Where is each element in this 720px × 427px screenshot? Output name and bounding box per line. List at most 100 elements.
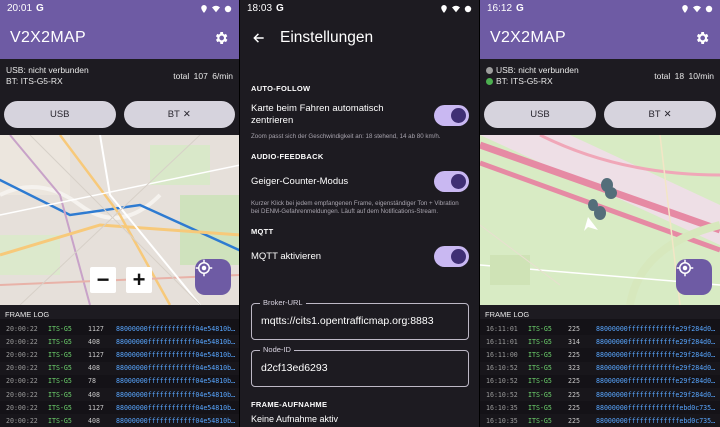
log-time: 16:10:35 — [486, 403, 518, 412]
frame-log[interactable]: 16:11:01 ITS-G5 225 88000000ffffffffffffe29… — [480, 319, 720, 427]
log-length: 1127 — [88, 403, 104, 412]
connection-buttons: USB BT ✕ — [0, 97, 239, 135]
toggle-knob — [451, 107, 466, 123]
log-row[interactable]: 16:11:01 ITS-G5 225 88000000ffffffffffffe29… — [480, 322, 720, 335]
close-icon: ✕ — [182, 109, 191, 120]
broker-url-field[interactable]: Broker-URL mqtts://cits1.opentrafficmap.… — [251, 298, 469, 340]
log-row[interactable]: 20:00:22 ITS-G5 1127 88000000ffffffffffff04… — [0, 322, 239, 335]
log-source: ITS-G5 — [528, 377, 552, 386]
usb-button[interactable]: USB — [484, 101, 596, 128]
log-time: 20:00:22 — [6, 390, 38, 399]
log-row[interactable]: 20:00:22 ITS-G5 78 88000000ffffffffffff04e5… — [0, 375, 239, 388]
node-id-label: Node-ID — [260, 345, 294, 354]
log-time: 20:00:22 — [6, 416, 38, 425]
connection-status: USB: nicht verbunden BT: ITS-G5-RX total… — [0, 59, 239, 97]
mqtt-toggle[interactable] — [434, 246, 469, 267]
locate-icon — [676, 259, 694, 277]
main-screen-highway: 16:12 G V2X2MAP USB: nicht verbunden BT:… — [480, 0, 720, 427]
locate-button[interactable] — [195, 259, 231, 295]
section-auto-follow: AUTO-FOLLOW — [251, 84, 311, 93]
log-hex: 88000000ffffffffffff04e54810b… — [116, 377, 236, 386]
log-source: ITS-G5 — [528, 337, 552, 346]
log-row[interactable]: 16:11:00 ITS-G5 225 88000000ffffffffffffe29… — [480, 348, 720, 361]
log-row[interactable]: 20:00:22 ITS-G5 408 88000000ffffffffffff04e… — [0, 414, 239, 427]
bt-button[interactable]: BT ✕ — [123, 101, 235, 128]
zoom-out-button[interactable]: − — [90, 267, 116, 293]
mqtt-row[interactable]: MQTT aktivieren — [240, 245, 479, 269]
auto-follow-help: Zoom passt sich der Geschwindigkeit an: … — [251, 133, 441, 140]
log-row[interactable]: 20:00:22 ITS-G5 408 88000000ffffffffffff04e… — [0, 387, 239, 402]
log-hex: 88000000ffffffffffffe29f284d0… — [596, 364, 716, 373]
battery-icon — [224, 5, 232, 12]
app-bar: V2X2MAP — [480, 17, 720, 59]
log-time: 20:00:22 — [6, 324, 38, 333]
log-hex: 88000000ffffffffffff04e54810b… — [116, 324, 236, 333]
log-hex: 88000000ffffffffffffe29f284d0… — [596, 350, 716, 359]
log-time: 20:00:22 — [6, 403, 38, 412]
geiger-toggle[interactable] — [434, 171, 469, 192]
vehicle-marker[interactable] — [605, 187, 617, 199]
log-length: 408 — [88, 364, 100, 373]
log-length: 408 — [88, 337, 100, 346]
log-row[interactable]: 16:10:35 ITS-G5 225 88000000fffffffffffffeb… — [480, 414, 720, 427]
app-title: V2X2MAP — [10, 29, 86, 46]
gear-icon[interactable] — [694, 30, 710, 46]
map-view[interactable]: − + — [0, 135, 239, 305]
log-source: ITS-G5 — [528, 324, 552, 333]
log-row[interactable]: 20:00:22 ITS-G5 1127 88000000ffffffffffff04… — [0, 401, 239, 414]
log-hex: 88000000ffffffffffffe29f284d0… — [596, 390, 716, 399]
log-time: 16:11:01 — [486, 337, 518, 346]
log-row[interactable]: 20:00:22 ITS-G5 408 88000000ffffffffffff04e… — [0, 335, 239, 349]
geiger-row[interactable]: Geiger-Counter-Modus — [240, 170, 479, 194]
toggle-knob — [451, 249, 466, 264]
close-icon: ✕ — [663, 109, 672, 120]
log-row[interactable]: 16:10:35 ITS-G5 225 88000000fffffffffffffeb… — [480, 401, 720, 414]
log-source: ITS-G5 — [48, 377, 72, 386]
bt-button[interactable]: BT ✕ — [604, 101, 716, 128]
log-row[interactable]: 20:00:22 ITS-G5 408 88000000ffffffffffff04e… — [0, 361, 239, 375]
zoom-in-button[interactable]: + — [126, 267, 152, 293]
log-length: 225 — [568, 377, 580, 386]
bt-status-dot — [486, 78, 493, 85]
log-source: ITS-G5 — [48, 350, 72, 359]
log-hex: 88000000ffffffffffff04e54810b… — [116, 337, 236, 346]
locate-button[interactable] — [676, 259, 712, 295]
wifi-icon — [212, 5, 220, 12]
frame-log-title: FRAME LOG — [480, 305, 720, 319]
node-id-field[interactable]: Node-ID d2cf13ed6293 — [251, 345, 469, 387]
back-arrow-icon[interactable] — [252, 31, 266, 45]
status-bar: 20:01 G — [0, 0, 239, 17]
log-time: 16:11:00 — [486, 350, 518, 359]
google-icon: G — [276, 3, 284, 14]
usb-button[interactable]: USB — [4, 101, 116, 128]
frame-log[interactable]: 20:00:22 ITS-G5 1127 88000000ffffffffffff04… — [0, 319, 239, 427]
log-row[interactable]: 16:10:52 ITS-G5 225 88000000ffffffffffffe29… — [480, 387, 720, 402]
log-time: 20:00:22 — [6, 337, 38, 346]
frame-counts: total 107 6/min — [173, 71, 233, 81]
gear-icon[interactable] — [213, 30, 229, 46]
mqtt-label: MQTT aktivieren — [251, 251, 322, 262]
status-bar: 18:03 G — [240, 0, 479, 17]
zoom-controls: − + — [90, 267, 152, 293]
section-recording: FRAME-AUFNAHME — [251, 400, 328, 409]
vehicle-marker[interactable] — [594, 206, 606, 220]
log-source: ITS-G5 — [528, 390, 552, 399]
auto-follow-row[interactable]: Karte beim Fahren automatisch zentrieren — [240, 102, 479, 128]
google-icon: G — [36, 3, 44, 14]
log-row[interactable]: 20:00:22 ITS-G5 1127 88000000ffffffffffff04… — [0, 348, 239, 361]
log-source: ITS-G5 — [528, 416, 552, 425]
log-source: ITS-G5 — [48, 416, 72, 425]
map-view[interactable] — [480, 135, 720, 305]
status-bar: 16:12 G — [480, 0, 720, 17]
auto-follow-toggle[interactable] — [434, 104, 469, 126]
connection-status: USB: nicht verbunden BT: ITS-G5-RX total… — [480, 59, 720, 97]
log-row[interactable]: 16:11:01 ITS-G5 314 88000000ffffffffffffe29… — [480, 335, 720, 349]
log-time: 20:00:22 — [6, 350, 38, 359]
log-row[interactable]: 16:10:52 ITS-G5 323 88000000ffffffffffffe29… — [480, 361, 720, 375]
usb-button-label: USB — [530, 109, 550, 120]
log-hex: 88000000fffffffffffffebd0c735… — [596, 403, 716, 412]
log-length: 225 — [568, 390, 580, 399]
log-hex: 88000000ffffffffffffe29f284d0… — [596, 377, 716, 386]
location-pin-icon — [441, 4, 447, 13]
log-row[interactable]: 16:10:52 ITS-G5 225 88000000ffffffffffffe29… — [480, 375, 720, 388]
